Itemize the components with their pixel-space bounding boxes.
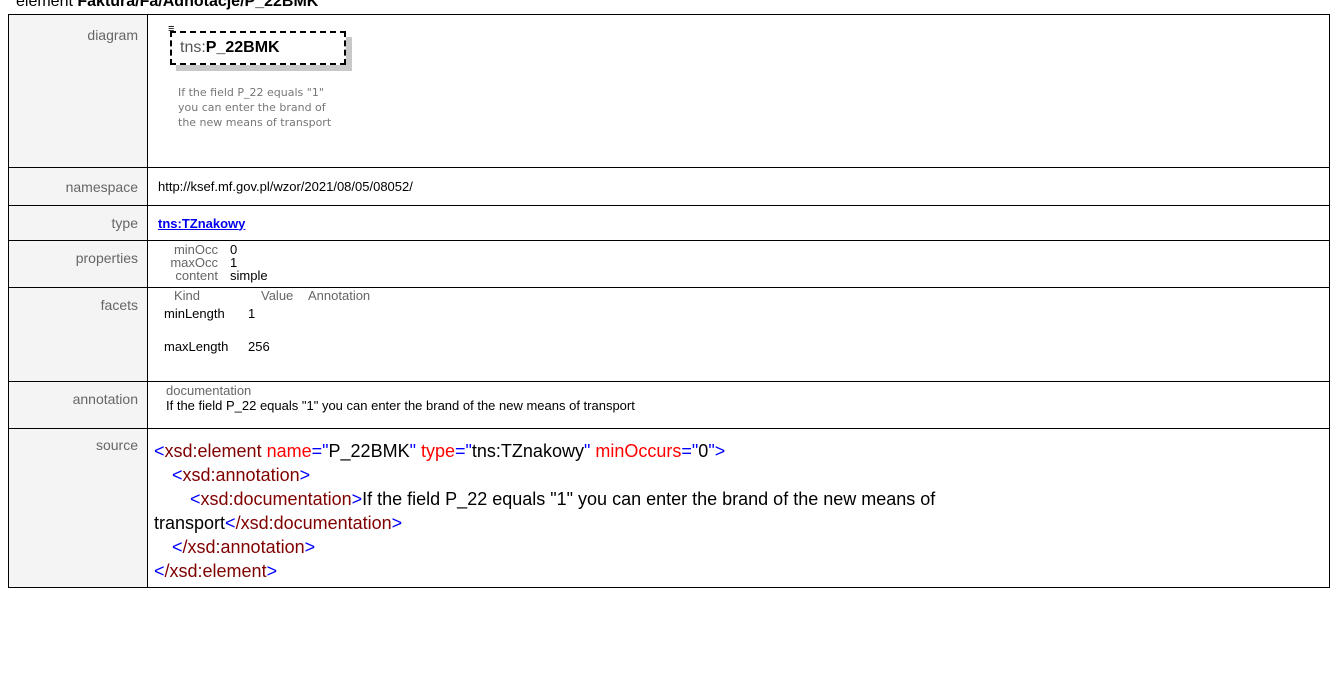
annotation-text: If the field P_22 equals "1" you can ent… bbox=[166, 398, 635, 413]
description-line: you can enter the brand of bbox=[178, 101, 326, 114]
row-source: source <xsd:element name="P_22BMK" type=… bbox=[8, 428, 1330, 588]
element-box[interactable]: tns:P_22BMK bbox=[170, 31, 346, 65]
row-diagram: diagram tns:P_22BMK ≡ If the field P_22 … bbox=[8, 14, 1330, 168]
xml-attr-value: P_22BMK bbox=[328, 441, 410, 461]
xml-source: <xsd:element name="P_22BMK" type="tns:TZ… bbox=[148, 429, 1329, 583]
facets-header-kind: Kind bbox=[174, 288, 201, 303]
label-diagram: diagram bbox=[8, 14, 148, 168]
property-value: 0 bbox=[230, 242, 238, 257]
element-box-label: tns:P_22BMK bbox=[180, 39, 280, 57]
heading-prefix: element bbox=[16, 0, 78, 10]
label-annotation: annotation bbox=[8, 381, 148, 429]
facet-kind: minLength bbox=[164, 306, 225, 321]
xml-attr: type bbox=[420, 441, 456, 461]
xml-attr: name bbox=[266, 441, 312, 461]
property-value: 1 bbox=[230, 255, 238, 270]
facet-value: 256 bbox=[248, 339, 270, 354]
xml-tag: /xsd:element bbox=[164, 561, 267, 581]
facet-kind: maxLength bbox=[164, 339, 229, 354]
xml-line: </xsd:annotation> bbox=[172, 537, 316, 557]
label-facets: facets bbox=[8, 287, 148, 382]
xml-attr: minOccurs bbox=[595, 441, 682, 461]
element-diagram: tns:P_22BMK ≡ If the field P_22 equals "… bbox=[148, 15, 1329, 155]
xml-line: <xsd:element name="P_22BMK" type="tns:TZ… bbox=[154, 441, 726, 461]
row-properties: properties minOcc 0 maxOcc 1 content simple bbox=[8, 240, 1330, 288]
row-type: type tns:TZnakowy bbox=[8, 205, 1330, 241]
xml-tag: /xsd:documentation bbox=[235, 513, 392, 533]
label-source: source bbox=[8, 428, 148, 588]
xml-line: <xsd:annotation> bbox=[172, 465, 311, 485]
xml-text: If the field P_22 equals "1" you can ent… bbox=[362, 489, 936, 509]
label-type: type bbox=[8, 205, 148, 241]
annotation-heading: documentation bbox=[166, 383, 252, 398]
xml-tag: /xsd:annotation bbox=[182, 537, 305, 557]
page-heading: element Faktura/Fa/Adnotacje/P_22BMK bbox=[16, 0, 318, 12]
facet-value: 1 bbox=[248, 306, 256, 321]
type-link[interactable]: tns:TZnakowy bbox=[158, 216, 245, 231]
description-line: the new means of transport bbox=[178, 116, 332, 129]
element-ns: tns: bbox=[180, 39, 206, 56]
documentation-lines-icon: ≡ bbox=[168, 23, 175, 35]
element-name: P_22BMK bbox=[205, 39, 280, 56]
label-namespace: namespace bbox=[8, 167, 148, 206]
description-line: If the field P_22 equals "1" bbox=[178, 86, 324, 99]
facets-header-annotation: Annotation bbox=[308, 288, 371, 303]
xml-line: </xsd:element> bbox=[154, 561, 278, 581]
xml-line: <xsd:documentation>If the field P_22 equ… bbox=[190, 489, 936, 509]
xml-tag: xsd:annotation bbox=[182, 465, 300, 485]
xml-text: transport bbox=[154, 513, 226, 533]
facets-table: Kind Value Annotation minLength 1 maxLen… bbox=[148, 288, 1329, 372]
element-description: If the field P_22 equals "1" you can ent… bbox=[178, 85, 331, 130]
element-doc-table: diagram tns:P_22BMK ≡ If the field P_22 … bbox=[8, 14, 1330, 588]
xml-tag: xsd:element bbox=[164, 441, 262, 461]
row-annotation: annotation documentation If the field P_… bbox=[8, 381, 1330, 429]
row-namespace: namespace http://ksef.mf.gov.pl/wzor/202… bbox=[8, 167, 1330, 206]
namespace-value: http://ksef.mf.gov.pl/wzor/2021/08/05/08… bbox=[158, 179, 413, 194]
heading-path: Faktura/Fa/Adnotacje/P_22BMK bbox=[77, 0, 319, 10]
label-properties: properties bbox=[8, 240, 148, 288]
row-facets: facets Kind Value Annotation minLength 1… bbox=[8, 287, 1330, 382]
xml-attr-value: 0 bbox=[698, 441, 709, 461]
property-key: content bbox=[175, 268, 218, 283]
properties-grid: minOcc 0 maxOcc 1 content simple bbox=[148, 241, 1329, 282]
xml-attr-value: tns:TZnakowy bbox=[471, 441, 584, 461]
facets-header-value: Value bbox=[261, 288, 294, 303]
xml-line: transport</xsd:documentation> bbox=[154, 513, 403, 533]
property-value: simple bbox=[230, 268, 268, 283]
xml-tag: xsd:documentation bbox=[200, 489, 352, 509]
